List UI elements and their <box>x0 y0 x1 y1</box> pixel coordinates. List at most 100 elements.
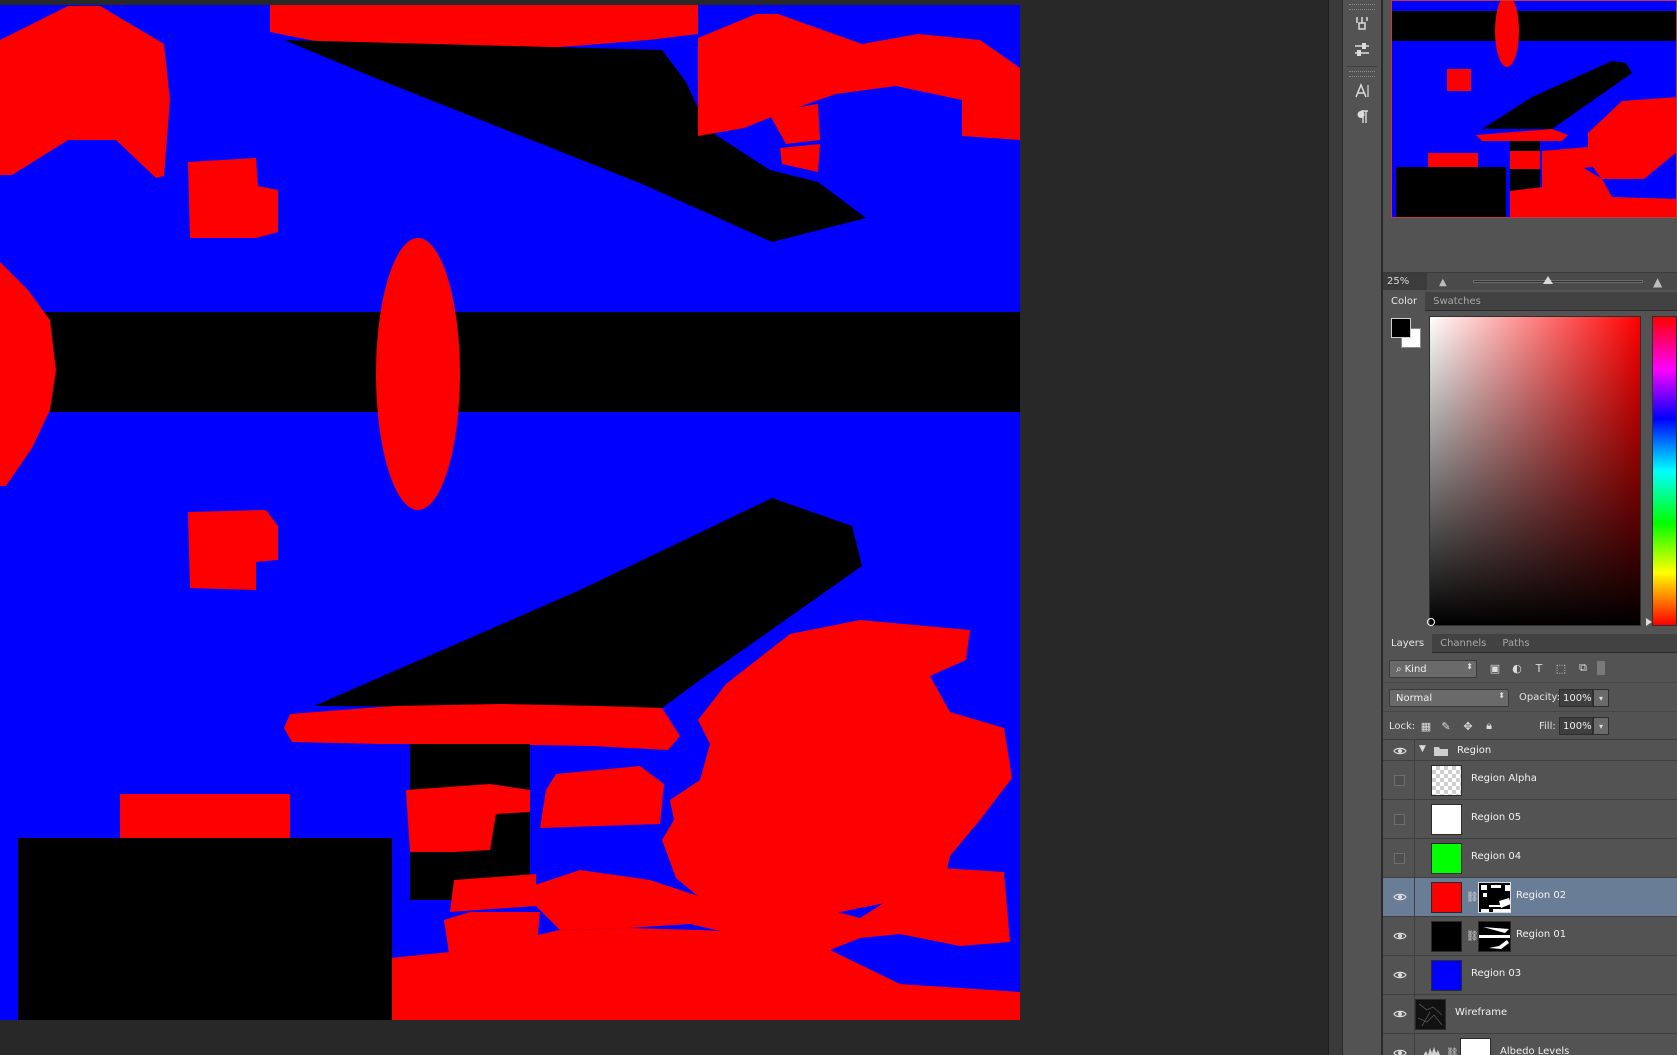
layer-mask-thumbnail[interactable] <box>1478 882 1511 913</box>
foreground-background-swatches <box>1391 318 1423 350</box>
tab-channels[interactable]: Channels <box>1432 634 1494 653</box>
layer-thumbnail <box>1415 999 1446 1030</box>
row-separator <box>1414 761 1415 800</box>
group-expand-chevron-icon[interactable]: ▼ <box>1419 744 1426 754</box>
tab-layers[interactable]: Layers <box>1383 634 1433 653</box>
layer-thumbnail <box>1431 843 1462 874</box>
layer-name: Region 02 <box>1516 890 1567 901</box>
document-canvas-area[interactable] <box>0 0 1340 1055</box>
layer-row-region-05[interactable]: Region 05 <box>1383 800 1677 839</box>
filter-kind-dropdown[interactable]: ⌕ Kind ⬍ <box>1389 660 1477 678</box>
blend-mode-dropdown[interactable]: Normal ⬍ <box>1389 689 1509 707</box>
mask-link-chain-icon[interactable]: ⛓ <box>1466 892 1479 903</box>
filter-type-icon[interactable]: T <box>1531 660 1547 676</box>
visibility-eye-icon[interactable] <box>1391 743 1409 759</box>
visibility-toggle-off[interactable] <box>1394 814 1405 825</box>
folder-icon <box>1434 747 1448 756</box>
strip-grip[interactable] <box>1349 4 1375 10</box>
lock-all-icon[interactable]: 🔒︎ <box>1482 719 1496 733</box>
brush-presets-icon[interactable] <box>1347 12 1377 36</box>
visibility-eye-icon[interactable] <box>1391 1006 1409 1022</box>
collapsed-panel-strip <box>1342 0 1382 1055</box>
layer-name: Region 01 <box>1516 929 1567 940</box>
tab-swatches[interactable]: Swatches <box>1425 292 1489 311</box>
color-panel: Color Swatches <box>1383 292 1677 634</box>
layer-row-wireframe[interactable]: Wireframe <box>1383 995 1677 1034</box>
layer-row-region-04[interactable]: Region 04 <box>1383 839 1677 878</box>
layer-row-region-alpha[interactable]: Region Alpha <box>1383 761 1677 800</box>
navigator-panel: 25% ▲ ▲ <box>1383 0 1677 290</box>
opacity-input[interactable]: 100% <box>1559 689 1593 707</box>
layer-row-region-03[interactable]: Region 03 <box>1383 956 1677 995</box>
zoom-slider[interactable] <box>1473 276 1643 284</box>
row-separator <box>1414 917 1415 956</box>
visibility-eye-icon[interactable] <box>1391 1045 1409 1055</box>
lock-transparency-icon[interactable]: ▦ <box>1419 719 1433 733</box>
layers-panel-tabs: Layers Channels Paths <box>1383 634 1677 653</box>
layer-row-region-01[interactable]: ⛓ Region 01 <box>1383 917 1677 956</box>
zoom-out-icon[interactable]: ▲ <box>1439 277 1447 288</box>
layer-name: Wireframe <box>1455 1007 1508 1018</box>
layer-mask-thumbnail[interactable] <box>1478 921 1511 952</box>
navigator-thumbnail[interactable] <box>1391 0 1677 218</box>
hue-spectrum-strip[interactable] <box>1652 316 1677 626</box>
zoom-in-icon[interactable]: ▲ <box>1653 275 1662 289</box>
filter-toggle-switch[interactable] <box>1597 661 1605 675</box>
layer-thumbnail <box>1431 804 1462 835</box>
paragraph-icon[interactable] <box>1347 105 1377 129</box>
levels-histogram-icon <box>1424 1047 1440 1055</box>
visibility-eye-icon[interactable] <box>1391 889 1409 905</box>
visibility-toggle-off[interactable] <box>1394 775 1405 786</box>
mask-link-chain-icon[interactable]: ⛓ <box>1446 1048 1459 1055</box>
fill-dropdown-icon[interactable]: ▾ <box>1593 717 1609 735</box>
document-image[interactable] <box>0 0 1020 1020</box>
fill-input[interactable]: 100% <box>1559 717 1593 735</box>
search-icon: ⌕ <box>1396 663 1402 675</box>
row-separator <box>1414 800 1415 839</box>
strip-grip[interactable] <box>1349 71 1375 77</box>
visibility-toggle-off[interactable] <box>1394 853 1405 864</box>
color-picker-marker[interactable] <box>1427 618 1435 626</box>
foreground-color-swatch[interactable] <box>1391 318 1411 338</box>
layer-mask-thumbnail[interactable] <box>1460 1038 1491 1055</box>
tab-color[interactable]: Color <box>1383 292 1426 311</box>
layer-name: Albedo Levels <box>1500 1046 1570 1055</box>
filter-pixel-icon[interactable]: ▣ <box>1487 660 1503 676</box>
layer-filter-row: ⌕ Kind ⬍ ▣ ◐ T ⬚ ⧉ <box>1383 655 1677 683</box>
tab-paths[interactable]: Paths <box>1494 634 1537 653</box>
layer-name: Region 04 <box>1471 851 1522 862</box>
mask-link-chain-icon[interactable]: ⛓ <box>1466 931 1479 942</box>
lock-image-pixels-icon[interactable]: ✎ <box>1439 719 1453 733</box>
zoom-value[interactable]: 25% <box>1383 273 1427 290</box>
layer-group-region[interactable]: ▼ Region <box>1383 740 1677 761</box>
layer-name: Region 05 <box>1471 812 1522 823</box>
row-separator <box>1414 839 1415 878</box>
dropdown-arrow-icon: ⬍ <box>1498 691 1505 700</box>
panel-divider[interactable] <box>1328 0 1342 1055</box>
lock-position-icon[interactable]: ✥ <box>1461 719 1475 733</box>
filter-adjustment-icon[interactable]: ◐ <box>1509 660 1525 676</box>
layers-panel: Layers Channels Paths ⌕ Kind ⬍ ▣ ◐ T ⬚ ⧉ <box>1383 634 1677 1055</box>
row-separator <box>1414 956 1415 995</box>
color-panel-tabs: Color Swatches <box>1383 292 1677 311</box>
layer-thumbnail <box>1431 921 1462 952</box>
filter-smart-object-icon[interactable]: ⧉ <box>1575 660 1591 676</box>
navigator-zoom-bar: 25% ▲ ▲ <box>1383 272 1677 290</box>
filter-shape-icon[interactable]: ⬚ <box>1553 660 1569 676</box>
layer-row-region-02[interactable]: ⛓ Region 02 <box>1383 878 1677 917</box>
visibility-eye-icon[interactable] <box>1391 967 1409 983</box>
color-saturation-field[interactable] <box>1429 316 1641 626</box>
adjustment-sliders-icon[interactable] <box>1347 38 1377 62</box>
lock-label: Lock: <box>1389 721 1416 732</box>
zoom-slider-knob[interactable] <box>1543 276 1553 284</box>
layer-thumbnail <box>1431 765 1462 796</box>
opacity-dropdown-icon[interactable]: ▾ <box>1593 689 1609 707</box>
layer-row-albedo-levels[interactable]: ⛓ Albedo Levels <box>1383 1034 1677 1055</box>
layer-name: Region 03 <box>1471 968 1522 979</box>
filter-kind-label: Kind <box>1404 663 1427 675</box>
visibility-eye-icon[interactable] <box>1391 928 1409 944</box>
character-icon[interactable] <box>1347 79 1377 103</box>
layer-thumbnail <box>1431 882 1462 913</box>
dropdown-arrow-icon: ⬍ <box>1466 662 1473 671</box>
layer-name: Region Alpha <box>1471 773 1537 784</box>
